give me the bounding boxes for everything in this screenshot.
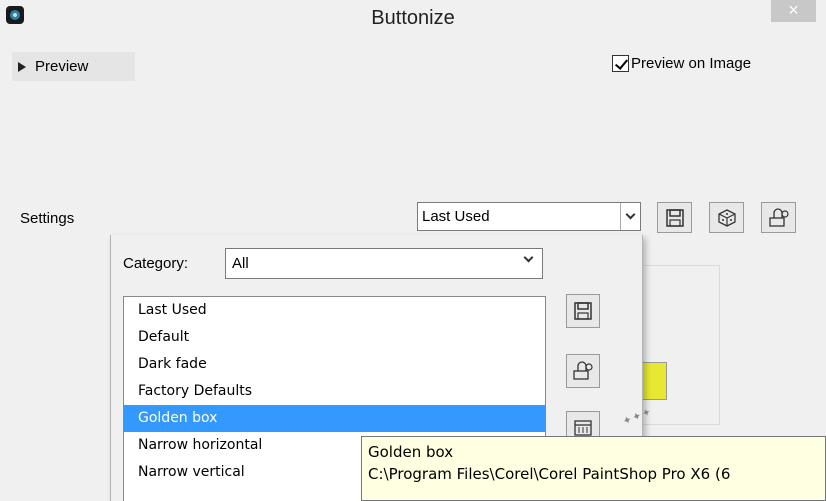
preview-on-image-checkbox[interactable]: Preview on Image: [612, 55, 751, 72]
randomize-button[interactable]: [709, 202, 744, 233]
color-swatch[interactable]: [642, 362, 667, 400]
manage-presets-side-button[interactable]: [566, 354, 600, 388]
manage-presets-icon: [573, 361, 593, 380]
list-item[interactable]: Dark fade: [124, 351, 545, 378]
preset-select[interactable]: Last Used: [417, 202, 641, 231]
settings-label: Settings: [20, 210, 75, 227]
save-icon: [574, 302, 592, 320]
close-button[interactable]: ×: [771, 0, 816, 22]
preset-select-value: Last Used: [422, 208, 490, 225]
window-title: Buttonize: [371, 7, 455, 29]
chevron-down-icon[interactable]: [523, 252, 534, 263]
preview-toggle-label: Preview: [35, 58, 89, 75]
title-bar: Buttonize ×: [0, 0, 826, 40]
delete-icon: [574, 420, 592, 436]
category-select-value: All: [232, 255, 249, 272]
list-item[interactable]: Last Used: [124, 297, 545, 324]
save-preset-side-button[interactable]: [566, 294, 600, 328]
preset-tooltip: Golden box C:\Program Files\Corel\Corel …: [361, 436, 826, 501]
save-preset-button[interactable]: [657, 202, 692, 233]
list-item[interactable]: Default: [124, 324, 545, 351]
button-preview-panel: [642, 265, 720, 425]
chevron-down-icon[interactable]: [620, 203, 640, 230]
preview-toggle[interactable]: Preview: [12, 52, 135, 81]
manage-presets-icon: [768, 207, 789, 227]
checkbox-checked-icon[interactable]: [612, 55, 629, 72]
randomize-icon: [717, 208, 736, 227]
preview-on-image-label: Preview on Image: [631, 55, 752, 72]
expand-triangle-icon: [18, 61, 26, 72]
list-item[interactable]: Factory Defaults: [124, 378, 545, 405]
save-icon: [665, 208, 684, 227]
category-label: Category:: [123, 255, 189, 272]
manage-presets-button[interactable]: [761, 202, 796, 233]
category-select[interactable]: All: [225, 248, 543, 279]
tooltip-title: Golden box: [368, 443, 454, 461]
tooltip-path: C:\Program Files\Corel\Corel PaintShop P…: [368, 465, 731, 483]
list-item-selected[interactable]: Golden box: [124, 405, 545, 432]
